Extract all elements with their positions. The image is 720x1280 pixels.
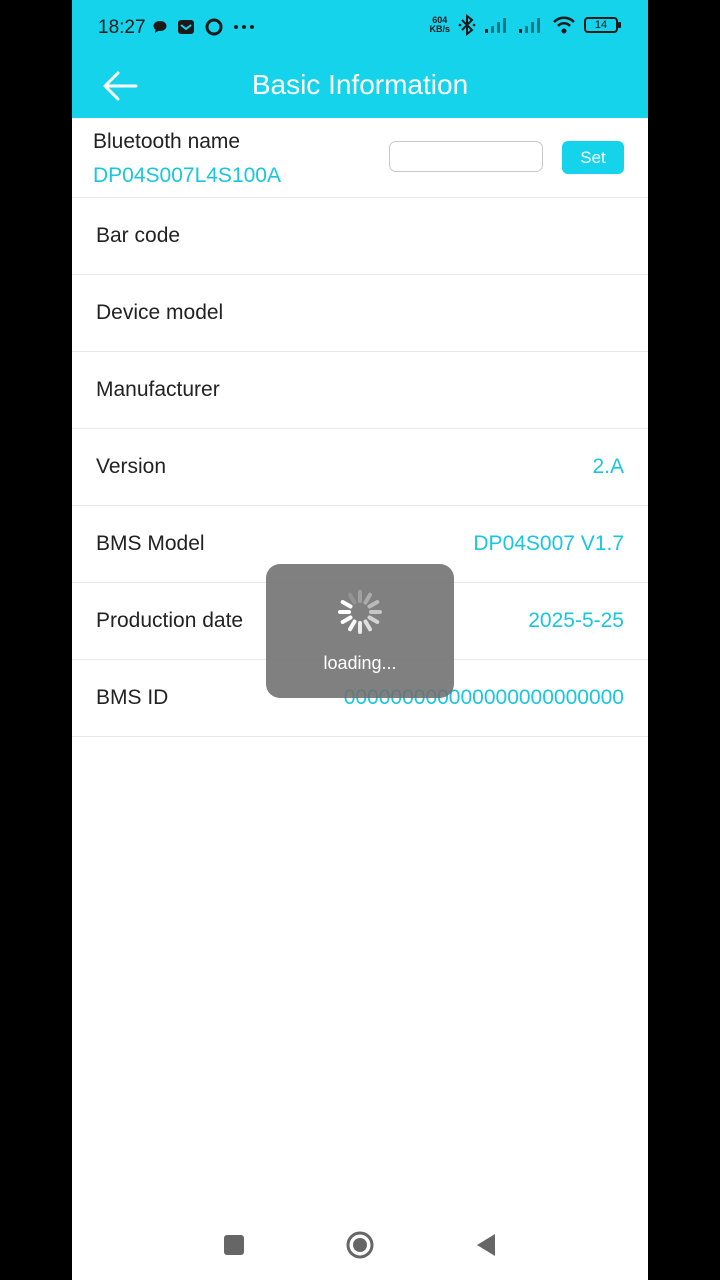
info-row-device-model: Device model [72,275,648,352]
more-dots-icon [234,25,254,29]
back-nav-button[interactable] [471,1230,501,1260]
bluetooth-name-input[interactable] [389,141,543,172]
app-bar: Basic Information [72,54,648,118]
row-label: Production date [96,609,244,632]
row-label: Manufacturer [96,378,220,401]
wifi-icon [553,16,575,34]
info-row-bar-code: Bar code [72,198,648,275]
row-label: Version [96,455,167,478]
info-row-manufacturer: Manufacturer [72,352,648,429]
loading-text: loading... [323,653,397,673]
signal-icon [485,18,506,33]
battery-icon: 14 [584,17,621,33]
circle-icon [205,18,223,36]
chat-bubble-icon [153,21,167,33]
set-button[interactable]: Set [562,141,624,174]
triangle-back-icon [477,1234,495,1256]
bluetooth-name-label: Bluetooth name [93,130,241,153]
row-value: DP04S007 V1.7 [473,532,624,555]
phone-screen: 18:27 604 KB/s 14 Basic Information Blue… [72,0,648,1280]
system-nav-bar [72,1210,648,1280]
row-label: Device model [96,301,224,324]
row-value: 2.A [592,455,624,478]
bluetooth-name-value: DP04S007L4S100A [93,164,281,187]
bluetooth-icon [458,14,476,36]
mail-icon [178,20,194,34]
net-speed: 604 KB/s [429,16,450,34]
status-bar: 18:27 604 KB/s 14 [72,0,648,54]
net-speed-unit: KB/s [429,24,450,34]
bluetooth-name-row: Bluetooth name DP04S007L4S100A Set [72,118,648,198]
battery-level: 14 [594,19,608,31]
home-circle-icon [346,1231,374,1259]
home-button[interactable] [345,1230,375,1260]
info-row-version: Version 2.A [72,429,648,506]
row-value: 2025-5-25 [528,609,624,632]
loading-dialog: loading... [266,564,454,698]
row-label: BMS ID [96,686,169,709]
page-title: Basic Information [251,69,469,100]
square-icon [224,1235,244,1255]
row-label: Bar code [96,224,181,247]
signal-icon [519,18,540,33]
spinner-icon [338,590,382,634]
status-time: 18:27 [98,17,146,38]
row-label: BMS Model [96,532,205,555]
recents-button[interactable] [219,1230,249,1260]
